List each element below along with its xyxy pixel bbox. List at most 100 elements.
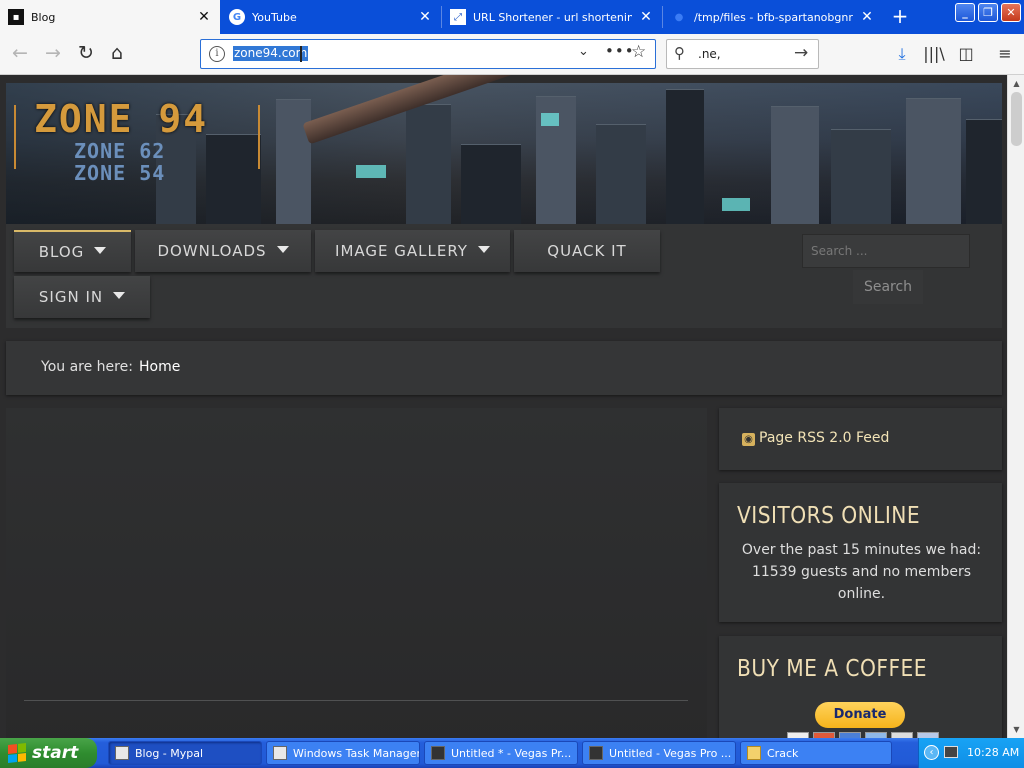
minimize-button[interactable]: _ <box>955 3 975 22</box>
menu-quack-it[interactable]: QUACK IT <box>514 230 660 272</box>
menu-label: IMAGE GALLERY <box>335 242 468 260</box>
main-content <box>6 408 707 738</box>
banner-building <box>966 119 1002 224</box>
taskbar-item-crack[interactable]: Crack <box>740 741 892 765</box>
start-label: start <box>32 743 79 763</box>
banner-building <box>906 98 961 224</box>
taskbar-item-blog-mypal[interactable]: Blog - Mypal <box>108 741 262 765</box>
rss-icon: ◉ <box>742 433 755 446</box>
menu-label: DOWNLOADS <box>157 242 267 260</box>
visitors-text: Over the past 15 minutes we had: 11539 g… <box>741 542 982 602</box>
new-tab-button[interactable]: + <box>887 4 913 30</box>
task-label: Untitled - Vegas Pro ... <box>609 746 732 760</box>
back-button[interactable]: ← <box>5 39 35 69</box>
site-logo-sub: ZONE 62 <box>74 139 166 163</box>
taskbar-item-task-manager[interactable]: Windows Task Manager <box>266 741 420 765</box>
home-button[interactable]: ⌂ <box>102 39 132 69</box>
web-page: ZONE 94 ZONE 62 ZONE 54 BLOG DOWNLOADS I… <box>0 75 1007 738</box>
tab-url-shortener[interactable]: ⤢ URL Shortener - url shortening se ✕ <box>442 0 662 34</box>
banner-building <box>666 89 704 224</box>
search-bar[interactable]: ⚲ .ne, → <box>666 39 819 69</box>
tab-youtube[interactable]: G YouTube ✕ <box>221 0 441 34</box>
vegas-icon <box>589 746 603 760</box>
banner-building <box>831 129 891 224</box>
rss-module: ◉ Page RSS 2.0 Feed <box>719 408 1002 470</box>
close-icon[interactable]: ✕ <box>196 9 212 25</box>
close-icon[interactable]: ✕ <box>859 9 875 25</box>
bookmark-star-icon[interactable]: ☆ <box>631 42 646 62</box>
caret-down-icon <box>477 245 490 253</box>
taskbar-item-vegas-1[interactable]: Untitled * - Vegas Pr... <box>424 741 578 765</box>
tab-tmp-files[interactable]: ● /tmp/files - bfb-spartanobgnrem ✕ <box>663 0 883 34</box>
chevron-left-icon[interactable]: ‹ <box>924 745 939 760</box>
forward-button[interactable]: → <box>38 39 68 69</box>
info-icon[interactable]: i <box>209 46 225 62</box>
banner-light <box>356 165 386 178</box>
coffee-module: BUY ME A COFFEE Donate <box>719 636 1002 738</box>
hamburger-menu-icon: ≡ <box>998 44 1012 63</box>
content-divider <box>24 700 688 701</box>
reload-icon: ↻ <box>78 42 94 64</box>
reload-button[interactable]: ↻ <box>71 39 101 69</box>
library-icon: |||\ <box>923 44 945 63</box>
site-search-input[interactable]: Search ... <box>802 234 970 268</box>
site-banner: ZONE 94 ZONE 62 ZONE 54 <box>6 75 1002 224</box>
coffee-heading: BUY ME A COFFEE <box>737 656 927 682</box>
chevron-down-icon[interactable]: ⌄ <box>578 44 589 59</box>
caret-down-icon <box>113 291 126 299</box>
tab-strip: ▪ Blog ✕ G YouTube ✕ ⤢ URL Shortener - u… <box>0 0 1024 34</box>
library-button[interactable]: |||\ <box>920 39 948 69</box>
tab-title: /tmp/files - bfb-spartanobgnrem <box>694 10 853 24</box>
search-input[interactable]: .ne, <box>698 47 721 61</box>
network-icon[interactable] <box>944 746 958 758</box>
task-manager-icon <box>273 746 287 760</box>
rss-link[interactable]: Page RSS 2.0 Feed <box>759 430 889 446</box>
banner-building <box>406 104 451 224</box>
scroll-thumb[interactable] <box>1011 92 1022 146</box>
banner-light <box>722 198 750 211</box>
url-text[interactable]: zone94.com <box>233 46 309 61</box>
close-window-button[interactable]: ✕ <box>1001 3 1021 22</box>
task-label: Untitled * - Vegas Pr... <box>451 746 572 760</box>
site-search-button[interactable]: Search <box>853 270 923 304</box>
donate-button[interactable]: Donate <box>815 702 905 728</box>
close-icon[interactable]: ✕ <box>417 9 433 25</box>
site-logo-sub: ZONE 54 <box>74 161 166 185</box>
taskbar-item-vegas-2[interactable]: Untitled - Vegas Pro ... <box>582 741 736 765</box>
url-bar[interactable]: i zone94.com ⌄ ••• ☆ <box>200 39 656 69</box>
menu-downloads[interactable]: DOWNLOADS <box>135 230 311 272</box>
breadcrumb: You are here: Home <box>6 341 1002 395</box>
taskbar: start Blog - Mypal Windows Task Manager … <box>0 738 1024 768</box>
blog-favicon-icon: ▪ <box>8 9 24 25</box>
arrow-right-icon[interactable]: → <box>794 43 808 63</box>
banner-building <box>276 99 311 224</box>
start-button[interactable]: start <box>0 738 97 768</box>
clock[interactable]: 10:28 AM <box>967 746 1019 759</box>
maximize-button[interactable]: ❐ <box>978 3 998 22</box>
scroll-down-icon[interactable]: ▼ <box>1010 723 1023 736</box>
banner-building <box>771 106 819 224</box>
sidebar-button[interactable]: ◫ <box>952 39 980 69</box>
cloud-icon: ● <box>674 11 684 23</box>
close-icon[interactable]: ✕ <box>638 9 654 25</box>
downloads-button[interactable]: ⤓ <box>888 39 916 69</box>
page-scrollbar[interactable]: ▲ ▼ <box>1007 75 1024 738</box>
caret-down-icon <box>94 246 107 254</box>
search-icon: ⚲ <box>674 44 685 62</box>
menu-label: SIGN IN <box>38 288 104 306</box>
site-menu: BLOG DOWNLOADS IMAGE GALLERY QUACK IT SI… <box>6 224 1002 328</box>
menu-button[interactable]: ≡ <box>991 39 1019 69</box>
google-icon: G <box>229 9 245 25</box>
menu-sign-in[interactable]: SIGN IN <box>14 276 150 318</box>
tab-title: YouTube <box>252 10 297 24</box>
visitors-heading: VISITORS ONLINE <box>737 503 921 529</box>
visitors-module: VISITORS ONLINE Over the past 15 minutes… <box>719 483 1002 622</box>
home-icon: ⌂ <box>110 42 124 64</box>
tab-blog[interactable]: ▪ Blog ✕ <box>0 0 220 34</box>
sidebar-icon: ◫ <box>958 44 974 63</box>
windows-logo-icon <box>8 743 26 763</box>
menu-blog[interactable]: BLOG <box>14 230 131 272</box>
site-logo[interactable]: ZONE 94 <box>34 97 208 141</box>
menu-image-gallery[interactable]: IMAGE GALLERY <box>315 230 510 272</box>
scroll-up-icon[interactable]: ▲ <box>1010 77 1023 90</box>
